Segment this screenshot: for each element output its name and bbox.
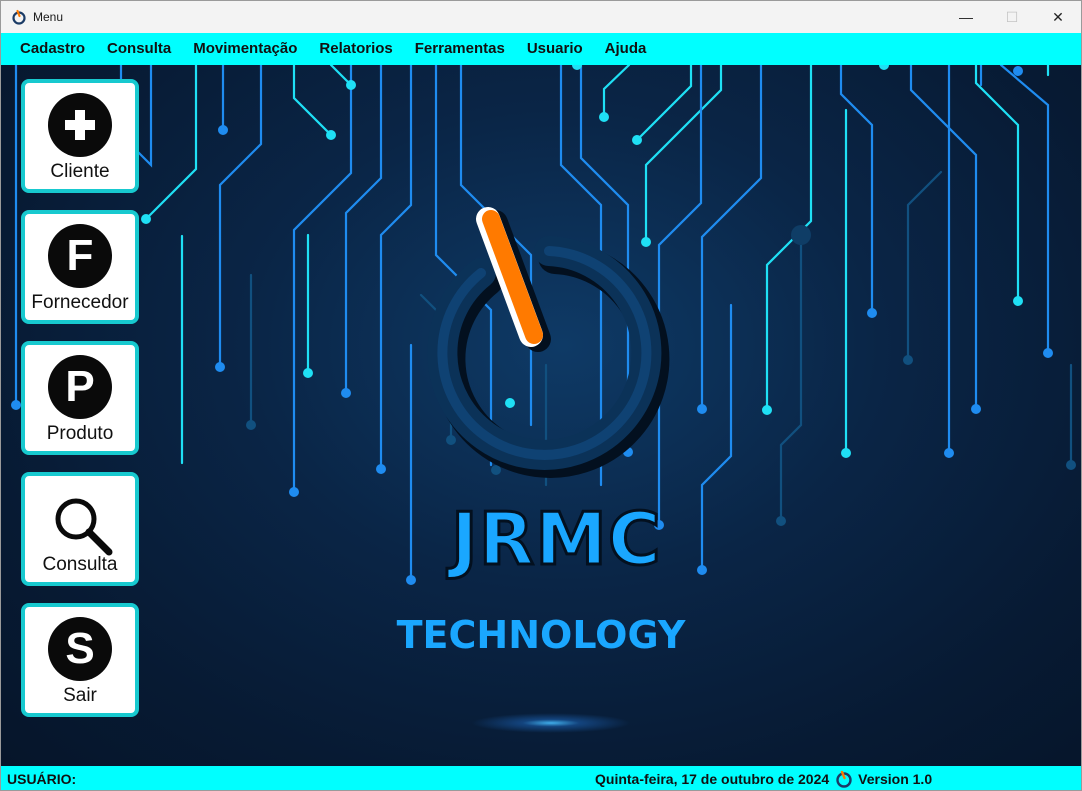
window-title: Menu: [33, 10, 64, 24]
sidebar: Cliente F Fornecedor P Produto Consulta …: [21, 79, 139, 734]
p-circle-icon: P: [48, 355, 112, 419]
title-bar[interactable]: Menu — ☐ ✕: [1, 1, 1081, 33]
glow-decoration: [471, 713, 631, 733]
produto-button[interactable]: P Produto: [21, 341, 139, 455]
menu-ajuda[interactable]: Ajuda: [594, 33, 658, 65]
produto-label: Produto: [46, 423, 114, 444]
magnifier-icon: [55, 498, 113, 556]
brand-name: JRMC: [450, 496, 663, 583]
status-bar: USUÁRIO: Quinta-feira, 17 de outubro de …: [1, 766, 1081, 790]
close-button[interactable]: ✕: [1035, 1, 1081, 33]
menu-consulta[interactable]: Consulta: [96, 33, 182, 65]
sair-label: Sair: [63, 685, 97, 706]
minimize-button[interactable]: —: [943, 1, 989, 33]
power-button-icon: [427, 207, 670, 478]
window-controls: — ☐ ✕: [943, 1, 1081, 33]
brand-tagline: TECHNOLOGY: [396, 613, 686, 657]
application-window: Menu — ☐ ✕ Cadastro Consulta Movimentaçã…: [0, 0, 1082, 791]
s-circle-icon: S: [48, 617, 112, 681]
plus-circle-icon: [48, 93, 112, 157]
fornecedor-label: Fornecedor: [31, 292, 129, 313]
status-version: Version 1.0: [858, 771, 933, 787]
menu-movimentacao[interactable]: Movimentação: [182, 33, 308, 65]
menu-cadastro[interactable]: Cadastro: [1, 33, 96, 65]
menu-bar: Cadastro Consulta Movimentação Relatorio…: [1, 33, 1081, 65]
maximize-button[interactable]: ☐: [989, 1, 1035, 33]
status-user-label: USUÁRIO:: [7, 771, 77, 787]
power-icon: [12, 9, 26, 25]
status-date: Quinta-feira, 17 de outubro de 2024: [595, 771, 830, 787]
menu-relatorios[interactable]: Relatorios: [308, 33, 403, 65]
cliente-button[interactable]: Cliente: [21, 79, 139, 193]
fornecedor-button[interactable]: F Fornecedor: [21, 210, 139, 324]
consulta-button[interactable]: Consulta: [21, 472, 139, 586]
status-info: Quinta-feira, 17 de outubro de 2024 Vers…: [595, 766, 933, 790]
f-circle-icon: F: [48, 224, 112, 288]
menu-ferramentas[interactable]: Ferramentas: [404, 33, 516, 65]
main-content: Cliente F Fornecedor P Produto Consulta …: [1, 65, 1081, 766]
power-icon: [836, 770, 852, 788]
menu-usuario[interactable]: Usuario: [516, 33, 594, 65]
sair-button[interactable]: S Sair: [21, 603, 139, 717]
cliente-label: Cliente: [50, 161, 110, 182]
consulta-label: Consulta: [42, 554, 118, 575]
